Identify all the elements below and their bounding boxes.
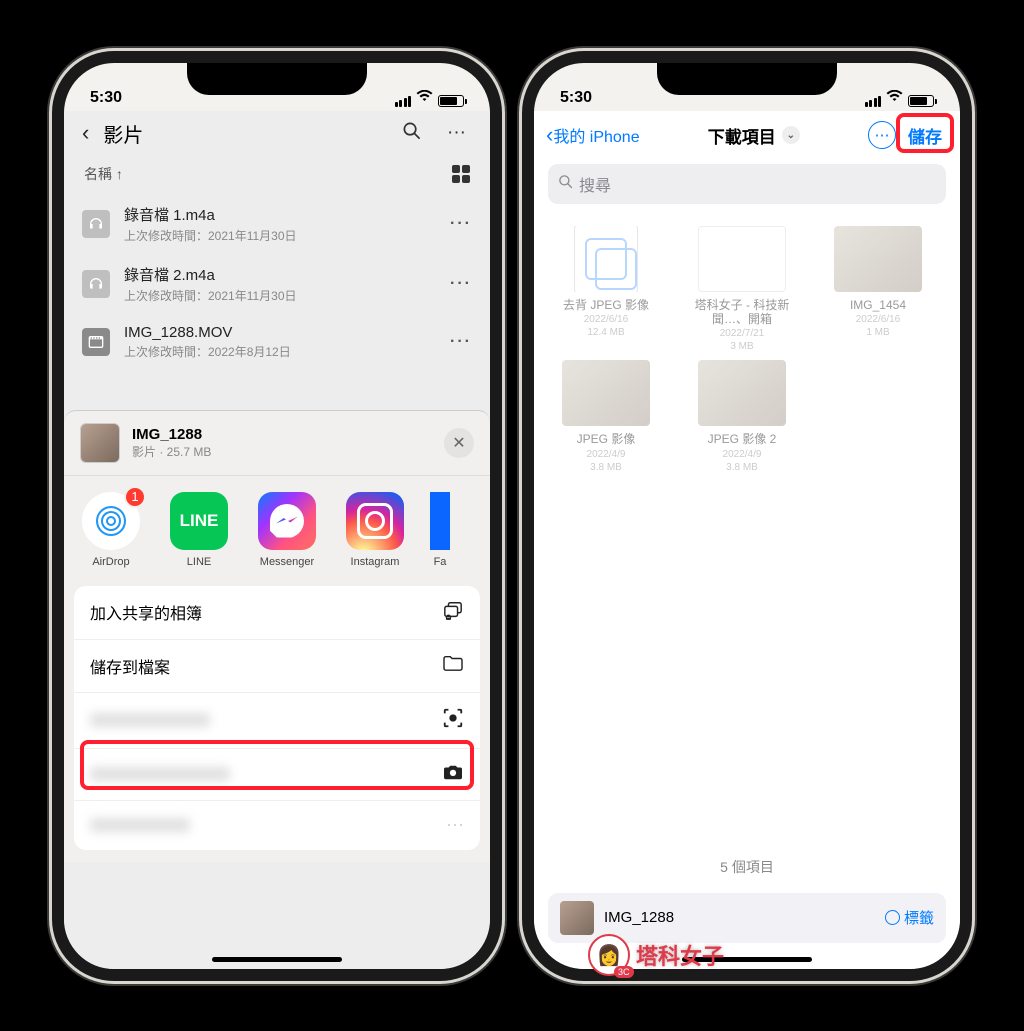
drive-nav-bar: ‹ 影片 ···: [64, 111, 490, 154]
grid-view-icon[interactable]: [452, 165, 470, 183]
instagram-icon: [346, 492, 404, 550]
share-app-messenger[interactable]: Messenger: [254, 492, 320, 568]
file-row[interactable]: 錄音檔 1.m4a 上次修改時間：2021年11月30日 ···: [64, 194, 490, 254]
files-nav-bar: ‹我的 iPhone 下載項目 ⌄ ⋯ 儲存: [534, 111, 960, 156]
share-actions-group: 加入共享的相簿 儲存到檔案: [74, 586, 480, 850]
file-item[interactable]: JPEG 影像 2 2022/4/9 3.8 MB: [680, 360, 804, 472]
file-name: 錄音檔 1.m4a: [124, 204, 436, 225]
clipboard-thumb-icon: [562, 226, 650, 292]
image-thumb-icon: [562, 360, 650, 426]
wifi-icon: [416, 89, 433, 107]
line-icon: LINE: [170, 492, 228, 550]
audio-file-icon: [82, 270, 110, 298]
search-input[interactable]: 搜尋: [548, 164, 946, 204]
more-options-button[interactable]: ⋯: [868, 121, 896, 149]
airdrop-badge: 1: [124, 486, 146, 508]
action-shared-album[interactable]: 加入共享的相簿: [74, 586, 480, 640]
save-button[interactable]: 儲存: [902, 119, 948, 152]
files-grid: 去背 JPEG 影像 2022/6/16 12.4 MB 塔科女子 - 科技新聞…: [534, 212, 960, 487]
battery-icon: [908, 95, 934, 107]
share-item-sub: 影片 · 25.7 MB: [132, 443, 432, 460]
file-item[interactable]: IMG_1454 2022/6/16 1 MB: [816, 226, 940, 353]
share-sheet: IMG_1288 影片 · 25.7 MB ✕ 1 AirDrop LINE L…: [64, 410, 490, 862]
share-item-name: IMG_1288: [132, 426, 432, 443]
watermark: 👩 3C 塔科女子: [588, 934, 724, 976]
share-item-thumb: [80, 423, 120, 463]
app-icon: [430, 492, 450, 550]
share-app-partial[interactable]: Fa: [430, 492, 450, 568]
phone-right: 5:30 ‹我的 iPhone 下載項目 ⌄ ⋯ 儲存: [522, 51, 972, 981]
file-row[interactable]: 錄音檔 2.m4a 上次修改時間：2021年11月30日 ···: [64, 254, 490, 314]
page-title: 影片: [103, 119, 143, 148]
action-save-to-files[interactable]: 儲存到檔案: [74, 640, 480, 693]
file-more-icon[interactable]: ···: [450, 275, 472, 293]
cellular-signal-icon: [865, 96, 882, 107]
chevron-down-icon[interactable]: ⌄: [782, 126, 800, 144]
shared-album-icon: [442, 600, 464, 625]
scan-icon: [442, 707, 464, 734]
folder-title: 下載項目: [708, 123, 776, 148]
item-count: 5 個項目: [534, 837, 960, 887]
file-more-icon[interactable]: ···: [450, 215, 472, 233]
pending-name: IMG_1288: [604, 909, 875, 926]
file-sub: 上次修改時間：2021年11月30日: [124, 227, 436, 244]
file-more-icon[interactable]: ···: [450, 333, 472, 351]
back-button[interactable]: ‹我的 iPhone: [546, 123, 640, 147]
file-name: 錄音檔 2.m4a: [124, 264, 436, 285]
webarchive-thumb-icon: [698, 226, 786, 292]
file-sub: 上次修改時間：2022年8月12日: [124, 343, 436, 360]
tags-button[interactable]: 標籤: [885, 907, 934, 928]
close-icon[interactable]: ✕: [444, 428, 474, 458]
file-item[interactable]: 塔科女子 - 科技新聞…、開箱 2022/7/21 3 MB: [680, 226, 804, 353]
file-item[interactable]: 去背 JPEG 影像 2022/6/16 12.4 MB: [544, 226, 668, 353]
action-blurred[interactable]: ⋯: [74, 801, 480, 850]
search-icon: [558, 174, 573, 193]
battery-icon: [438, 95, 464, 107]
audio-file-icon: [82, 210, 110, 238]
search-placeholder: 搜尋: [579, 172, 611, 196]
share-app-airdrop[interactable]: 1 AirDrop: [78, 492, 144, 568]
wifi-icon: [886, 89, 903, 107]
image-thumb-icon: [834, 226, 922, 292]
share-app-instagram[interactable]: Instagram: [342, 492, 408, 568]
image-thumb-icon: [698, 360, 786, 426]
camera-icon: [442, 763, 464, 786]
file-sub: 上次修改時間：2021年11月30日: [124, 287, 436, 304]
file-item[interactable]: JPEG 影像 2022/4/9 3.8 MB: [544, 360, 668, 472]
chevron-left-icon: ‹: [546, 124, 553, 146]
messenger-icon: [258, 492, 316, 550]
action-blurred[interactable]: [74, 749, 480, 801]
file-name: IMG_1288.MOV: [124, 324, 436, 341]
tag-icon: [885, 910, 900, 925]
sort-label[interactable]: 名稱 ↑: [84, 164, 123, 184]
watermark-text: 塔科女子: [636, 939, 724, 971]
folder-icon: [442, 654, 464, 677]
more-icon[interactable]: ···: [441, 122, 472, 144]
status-time: 5:30: [90, 89, 122, 107]
home-indicator[interactable]: [212, 957, 342, 962]
action-blurred[interactable]: [74, 693, 480, 749]
video-file-icon: [82, 328, 110, 356]
file-row[interactable]: IMG_1288.MOV 上次修改時間：2022年8月12日 ···: [64, 314, 490, 370]
phone-left: 5:30 ‹ 影片 ···: [52, 51, 502, 981]
share-app-line[interactable]: LINE LINE: [166, 492, 232, 568]
back-button[interactable]: ‹: [82, 120, 89, 146]
pending-thumb: [560, 901, 594, 935]
status-time: 5:30: [560, 89, 592, 107]
search-icon[interactable]: [396, 121, 427, 146]
cellular-signal-icon: [395, 96, 412, 107]
